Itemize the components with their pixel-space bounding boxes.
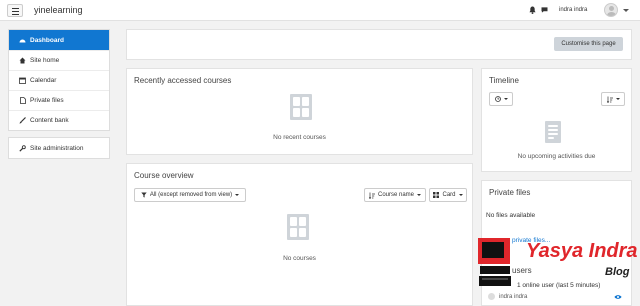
filter-label: All (except removed from view) bbox=[149, 192, 233, 198]
sidebar-item-dashboard[interactable]: Dashboard bbox=[9, 30, 109, 50]
empty-activities-icon bbox=[545, 121, 561, 143]
sidebar-item-label: Calendar bbox=[30, 77, 57, 84]
empty-courses-icon bbox=[287, 214, 309, 240]
timeline-filter-dropdown[interactable] bbox=[489, 92, 513, 106]
sidebar-item-label: Site home bbox=[30, 57, 60, 64]
chevron-down-icon[interactable] bbox=[623, 9, 629, 12]
bell-icon[interactable] bbox=[529, 6, 536, 14]
clock-icon bbox=[494, 96, 501, 102]
timeline-block: Timeline No upcoming activities due bbox=[481, 68, 632, 172]
sidebar-item-site-administration[interactable]: Site administration bbox=[9, 138, 109, 158]
recent-courses-block: Recently accessed courses No recent cour… bbox=[126, 68, 473, 155]
sidebar-item-label: Dashboard bbox=[30, 36, 64, 44]
empty-message: No courses bbox=[283, 255, 316, 262]
block-title: Recently accessed courses bbox=[134, 76, 232, 85]
view-label: Card bbox=[442, 192, 456, 198]
customise-page-button[interactable]: Customise this page bbox=[554, 37, 623, 51]
block-title: Course overview bbox=[134, 171, 194, 180]
sort-dropdown[interactable]: Course name bbox=[364, 188, 426, 202]
watermark-subtitle: Blog bbox=[605, 266, 630, 278]
top-navbar: yinelearning indra indra bbox=[0, 0, 640, 21]
sidebar-item-label: Site administration bbox=[30, 144, 84, 152]
sort-icon bbox=[606, 96, 613, 103]
no-files-text: No files available bbox=[486, 212, 536, 219]
filter-icon bbox=[141, 192, 147, 198]
paint-brush-icon bbox=[18, 117, 27, 124]
course-overview-block: Course overview All (except removed from… bbox=[126, 163, 473, 306]
sidebar-item-site-home[interactable]: Site home bbox=[9, 50, 109, 70]
nav-group-admin: Site administration bbox=[8, 137, 110, 159]
chat-icon[interactable] bbox=[541, 7, 548, 13]
avatar[interactable] bbox=[604, 3, 618, 17]
page-header-card: Customise this page bbox=[126, 29, 632, 60]
watermark-logo: Yasya Indra Blog bbox=[472, 236, 640, 306]
filter-dropdown[interactable]: All (except removed from view) bbox=[134, 188, 246, 202]
empty-message: No upcoming activities due bbox=[517, 153, 596, 160]
sidebar-item-calendar[interactable]: Calendar bbox=[9, 70, 109, 90]
block-title: Timeline bbox=[489, 76, 519, 85]
wrench-icon bbox=[18, 144, 27, 152]
user-name[interactable]: indra indra bbox=[559, 7, 587, 13]
watermark-title: Yasya Indra bbox=[526, 240, 638, 262]
file-icon bbox=[18, 97, 27, 104]
grid-icon bbox=[433, 192, 440, 198]
sidebar-item-content-bank[interactable]: Content bank bbox=[9, 110, 109, 130]
timeline-sort-dropdown[interactable] bbox=[601, 92, 625, 106]
menu-toggle-icon[interactable] bbox=[7, 4, 23, 17]
block-title: Private files bbox=[489, 188, 531, 197]
site-brand[interactable]: yinelearning bbox=[34, 5, 83, 15]
home-icon bbox=[18, 57, 27, 64]
nav-group-main: Dashboard Site home Calendar Private fil… bbox=[8, 29, 110, 131]
sidebar-item-label: Private files bbox=[30, 97, 64, 104]
sidebar-item-private-files[interactable]: Private files bbox=[9, 90, 109, 110]
empty-courses-icon bbox=[290, 94, 312, 120]
sidebar-item-label: Content bank bbox=[30, 117, 69, 124]
computer-logo-icon bbox=[478, 238, 511, 286]
sort-label: Course name bbox=[377, 192, 415, 198]
sort-icon bbox=[368, 192, 375, 199]
view-dropdown[interactable]: Card bbox=[429, 188, 467, 202]
dashboard-icon bbox=[18, 37, 27, 43]
nav-drawer: Dashboard Site home Calendar Private fil… bbox=[8, 29, 110, 165]
calendar-icon bbox=[18, 77, 27, 84]
empty-message: No recent courses bbox=[273, 134, 326, 141]
